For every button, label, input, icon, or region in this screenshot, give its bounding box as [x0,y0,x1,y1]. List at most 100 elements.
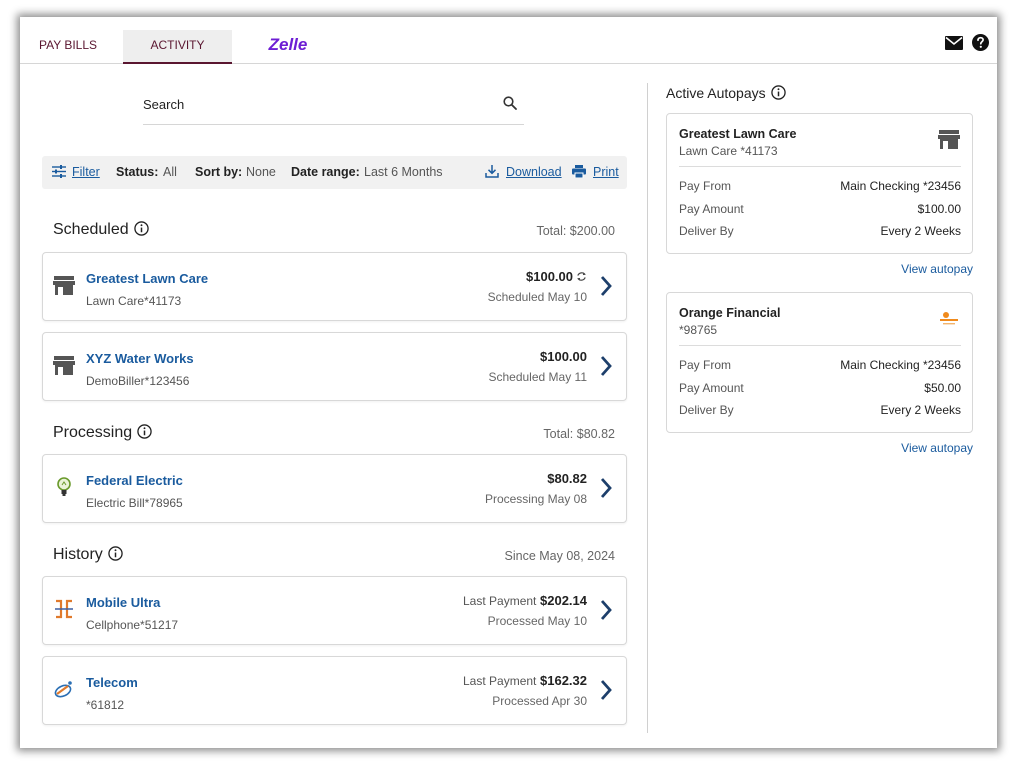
autopay-payee-account: Lawn Care *41173 [679,144,778,158]
payment-amount: $100.00 [540,349,587,364]
app-window: PAY BILLS ACTIVITY Zelle Filter Status: [20,17,997,748]
scheduled-title-text: Scheduled [53,221,129,238]
history-title: History [53,546,123,564]
filter-icon[interactable] [52,165,66,178]
pay-from-value: Main Checking *23456 [840,179,961,193]
payment-card[interactable]: Greatest Lawn Care Lawn Care*41173 $100.… [42,252,627,321]
tab-zelle[interactable]: Zelle [258,30,318,63]
pay-from-label: Pay From [679,358,732,372]
print-link[interactable]: Print [593,165,619,179]
payment-date: Processing May 08 [484,492,587,506]
divider [679,345,961,346]
chevron-right-icon[interactable] [600,275,612,297]
history-since: Since May 08, 2024 [504,549,616,563]
search-input[interactable] [143,97,483,112]
view-autopay-link[interactable]: View autopay [901,441,973,455]
autopay-payee-name: Orange Financial [679,306,781,320]
autopay-card: Orange Financial *98765 Pay From Main Ch… [666,292,973,433]
chevron-right-icon[interactable] [600,679,612,701]
tab-pay-bills[interactable]: PAY BILLS [30,30,106,63]
autopay-payee-account: *98765 [679,323,718,337]
last-payment-label: Last Payment [463,674,537,688]
payment-card[interactable]: Telecom *61812 Last Payment $162.32 Proc… [42,656,627,725]
payment-amount: $80.82 [547,471,587,486]
recurring-icon [577,272,586,281]
payment-date: Processed Apr 30 [492,694,587,708]
autopay-card: Greatest Lawn Care Lawn Care *41173 Pay … [666,113,973,254]
print-icon[interactable] [572,165,586,178]
deliver-by-value: Every 2 Weeks [880,403,961,417]
last-payment-label: Last Payment [463,594,537,608]
chevron-right-icon[interactable] [600,599,612,621]
autopays-title-text: Active Autopays [666,85,766,101]
payee-account: Electric Bill*78965 [86,496,183,510]
view-autopay-link[interactable]: View autopay [901,262,973,276]
payment-card[interactable]: Mobile Ultra Cellphone*51217 Last Paymen… [42,576,627,645]
deliver-by-value: Every 2 Weeks [880,224,961,238]
payment-card[interactable]: XYZ Water Works DemoBiller*123456 $100.0… [42,332,627,401]
payee-name[interactable]: XYZ Water Works [86,351,194,366]
scheduled-total: Total: $200.00 [536,224,615,238]
pay-from-label: Pay From [679,179,732,193]
info-icon[interactable] [137,424,152,439]
pay-amount-value: $100.00 [917,202,961,216]
deliver-by-label: Deliver By [679,403,734,417]
divider [679,166,961,167]
info-icon[interactable] [770,85,786,100]
payee-name[interactable]: Mobile Ultra [86,595,160,610]
pay-amount-label: Pay Amount [679,381,744,395]
pay-amount-label: Pay Amount [679,202,744,216]
mail-icon[interactable] [945,35,963,51]
payment-amount-value: $100.00 [526,269,573,284]
chevron-right-icon[interactable] [600,355,612,377]
download-icon[interactable] [485,165,499,178]
filter-link[interactable]: Filter [72,165,100,179]
payee-account: *61812 [86,698,125,712]
payment-amount: Last Payment $162.32 [463,673,587,688]
payment-date: Processed May 10 [487,614,587,628]
tab-activity[interactable]: ACTIVITY [123,30,232,64]
payment-amount-value: $202.14 [540,593,587,608]
payment-date: Scheduled May 10 [487,290,587,304]
payee-name[interactable]: Greatest Lawn Care [86,271,208,286]
mobile-ultra-logo-icon [55,599,73,619]
processing-total: Total: $80.82 [543,427,615,441]
date-range-value[interactable]: Last 6 Months [364,165,443,179]
payee-account: DemoBiller*123456 [86,374,190,388]
autopay-payee-name: Greatest Lawn Care [679,127,797,141]
sort-value[interactable]: None [246,165,276,179]
store-icon [938,130,960,149]
scheduled-title: Scheduled [53,221,149,239]
search-icon[interactable] [503,96,517,110]
status-value[interactable]: All [163,165,177,179]
processing-title: Processing [53,424,152,442]
help-icon[interactable] [972,34,989,51]
lightbulb-icon [57,477,71,496]
search-box [143,91,524,125]
deliver-by-label: Deliver By [679,224,734,238]
status-label: Status: [116,165,159,179]
info-icon[interactable] [133,221,149,236]
column-divider [647,83,648,733]
top-nav: PAY BILLS ACTIVITY Zelle [20,17,997,64]
autopays-title: Active Autopays [666,85,786,101]
download-link[interactable]: Download [506,165,562,179]
payee-account: Cellphone*51217 [86,618,179,632]
orange-financial-logo-icon [940,312,958,325]
payee-name[interactable]: Telecom [86,675,138,690]
sort-label: Sort by: [195,165,243,179]
payment-date: Scheduled May 11 [488,370,587,384]
processing-title-text: Processing [53,424,133,441]
chevron-right-icon[interactable] [600,477,612,499]
history-title-text: History [53,546,103,563]
info-icon[interactable] [108,546,123,561]
payment-amount: $100.00 [526,269,587,284]
date-range-label: Date range: [291,165,360,179]
payee-name[interactable]: Federal Electric [86,473,183,488]
filter-bar: Filter Status: All Sort by: None Date ra… [42,156,627,189]
store-icon [53,356,75,375]
pay-from-value: Main Checking *23456 [840,358,961,372]
payment-card[interactable]: Federal Electric Electric Bill*78965 $80… [42,454,627,523]
pay-amount-value: $50.00 [924,381,961,395]
payment-amount: Last Payment $202.14 [463,593,587,608]
